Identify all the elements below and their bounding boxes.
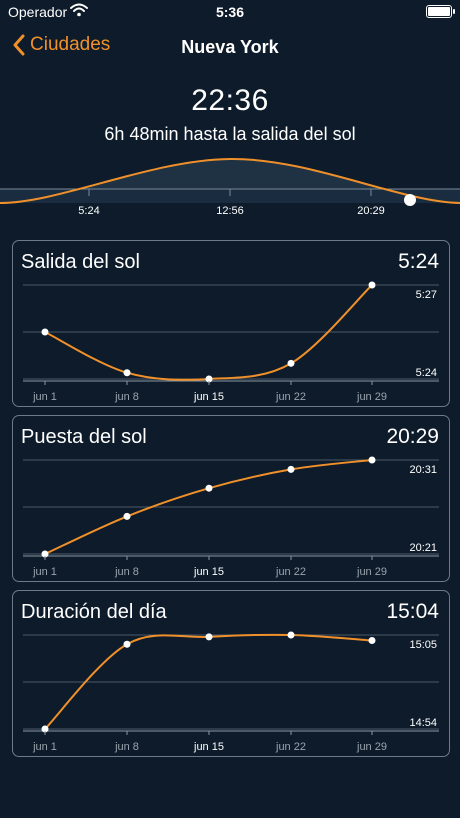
data-point [123,512,131,520]
y-max-label: 15:05 [409,639,437,651]
status-bar: Operador 5:36 [0,0,460,24]
sunrise-chart: jun 1 jun 8 jun 15 jun 22 jun 29 5:27 5:24 [23,281,439,403]
x-tick-label: jun 22 [275,566,306,578]
y-max-label: 20:31 [409,464,437,476]
sunrise-countdown: 6h 48min hasta la salida del sol [104,124,356,144]
x-tick-label: jun 8 [114,391,139,403]
graph-label-noon: 12:56 [216,205,244,217]
x-tick-label: jun 22 [275,391,306,403]
x-tick-label: jun 15 [193,741,224,753]
data-point [287,631,295,639]
y-min-label: 14:54 [409,717,437,729]
data-point [41,328,49,336]
sun-path-graph: 5:24 12:56 20:29 [0,150,460,220]
x-tick-label: jun 1 [32,391,57,403]
x-tick-label: jun 29 [356,391,387,403]
x-tick-label: jun 29 [356,566,387,578]
status-time: 5:36 [215,4,245,20]
current-position-marker [404,194,416,206]
current-time: 22:36 [191,84,269,117]
data-point [205,633,213,641]
navigation-bar: Ciudades Nueva York [0,28,460,68]
data-point [123,369,131,377]
data-point [123,640,131,648]
data-point [287,465,295,473]
data-point [368,281,376,289]
x-tick-label: jun 29 [356,741,387,753]
x-tick-label: jun 8 [114,741,139,753]
graph-label-sunrise: 5:24 [78,205,99,217]
x-tick-label: jun 15 [193,391,224,403]
card-sunset[interactable]: Puesta del sol 20:29 jun 1 jun 8 jun 15 jun… [12,415,450,582]
x-tick-label: jun 22 [275,741,306,753]
card-day-length[interactable]: Duración del día 15:04 jun 1 jun 8 jun 15 j… [12,590,450,757]
day-length-chart: jun 1 jun 8 jun 15 jun 22 jun 29 15:05 14:54 [23,631,439,753]
data-point [368,456,376,464]
y-min-label: 20:21 [409,542,437,554]
y-max-label: 5:27 [416,289,437,301]
graph-label-sunset: 20:29 [357,205,385,217]
x-tick-label: jun 1 [32,566,57,578]
y-min-label: 5:24 [416,367,437,379]
sunset-chart: jun 1 jun 8 jun 15 jun 22 jun 29 20:31 20:21 [23,456,439,578]
data-point [205,484,213,492]
x-tick-label: jun 8 [114,566,139,578]
data-point [368,637,376,645]
card-sunrise[interactable]: Salida del sol 5:24 jun 1 jun 8 jun 15 jun … [12,240,450,407]
x-tick-label: jun 15 [193,566,224,578]
battery-icon [426,5,455,18]
x-tick-label: jun 1 [32,741,57,753]
page-title: Nueva York [181,37,279,57]
data-point [287,359,295,367]
